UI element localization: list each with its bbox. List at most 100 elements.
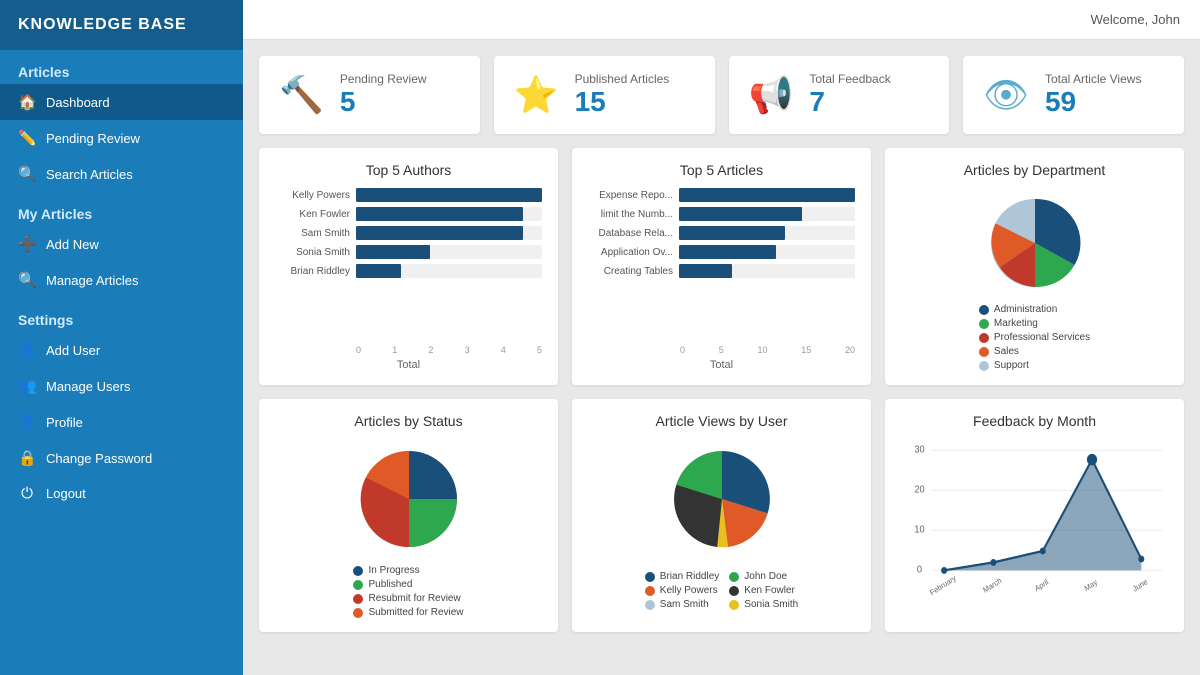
legend-dot: [729, 600, 739, 610]
svg-text:0: 0: [917, 564, 923, 576]
stat-card-views: 👁 Total Article Views 59: [963, 56, 1184, 134]
sidebar-item-add-user[interactable]: 👤 Add User: [0, 332, 243, 368]
views-stat-label: Total Article Views: [1045, 72, 1142, 86]
feedback-line-chart: 30 20 10 0 February March April May: [901, 439, 1168, 618]
charts-row-2: Articles by Status In Progress Published…: [259, 399, 1184, 632]
sidebar-item-manage-users[interactable]: 👥 Manage Users: [0, 368, 243, 404]
bar-container: [356, 207, 542, 221]
stat-cards-row: 🔨 Pending Review 5 ⭐ Published Articles …: [259, 56, 1184, 134]
feedback-by-month-chart: Feedback by Month 30 20 10 0: [885, 399, 1184, 632]
legend-label: Marketing: [994, 318, 1038, 329]
welcome-message: Welcome, John: [1091, 12, 1180, 27]
manage-users-icon: 👥: [18, 377, 36, 395]
add-user-icon: 👤: [18, 341, 36, 359]
articles-axis: 05101520: [588, 345, 855, 355]
bar-label: Sonia Smith: [275, 247, 350, 258]
legend-label: Kelly Powers: [660, 585, 718, 596]
dept-pie-svg: [980, 188, 1090, 298]
views-by-user-chart: Article Views by User Brian Riddley Kell…: [572, 399, 871, 632]
profile-icon: 👤: [18, 413, 36, 431]
bar-container: [679, 207, 855, 221]
legend-dot: [979, 347, 989, 357]
legend-dot: [979, 361, 989, 371]
top5-authors-chart: Top 5 Authors Kelly Powers Ken Fowler Sa…: [259, 148, 558, 385]
sidebar-item-manage-articles[interactable]: 🔍 Manage Articles: [0, 262, 243, 298]
bar-label: Application Ov...: [588, 247, 673, 258]
sidebar-item-label: Profile: [46, 415, 83, 430]
sidebar-item-label: Change Password: [46, 451, 152, 466]
top5-articles-chart: Top 5 Articles Expense Repo... limit the…: [572, 148, 871, 385]
legend-dot: [353, 594, 363, 604]
legend-label: In Progress: [368, 565, 419, 576]
legend-item: Submitted for Review: [353, 607, 463, 618]
bar-label: Ken Fowler: [275, 209, 350, 220]
legend-item: Ken Fowler: [729, 585, 798, 596]
sidebar-item-label: Dashboard: [46, 95, 110, 110]
bar-row: Database Rela...: [588, 226, 855, 240]
sidebar-item-pending-review[interactable]: ✏️ Pending Review: [0, 120, 243, 156]
stat-card-feedback: 📢 Total Feedback 7: [729, 56, 950, 134]
legend-dot: [645, 600, 655, 610]
lock-icon: 🔒: [18, 449, 36, 467]
bar-fill: [679, 207, 802, 221]
legend-dot: [645, 572, 655, 582]
legend-label: Sales: [994, 346, 1019, 357]
top5-authors-title: Top 5 Authors: [275, 162, 542, 178]
legend-label: Submitted for Review: [368, 607, 463, 618]
svg-text:April: April: [1033, 577, 1050, 593]
sidebar-item-label: Add User: [46, 343, 100, 358]
bar-container: [356, 226, 542, 240]
svg-text:10: 10: [914, 524, 925, 536]
legend-dot: [979, 319, 989, 329]
bar-container: [679, 188, 855, 202]
svg-text:June: June: [1131, 577, 1149, 594]
bar-fill: [679, 264, 732, 278]
bar-label: Sam Smith: [275, 228, 350, 239]
feedback-line-svg: 30 20 10 0 February March April May: [901, 439, 1168, 599]
legend-item: In Progress: [353, 565, 463, 576]
user-pie-container: Brian Riddley Kelly Powers Sam Smith Joh…: [588, 439, 855, 618]
sidebar-item-add-new[interactable]: ➕ Add New: [0, 226, 243, 262]
user-legend: Brian Riddley Kelly Powers Sam Smith Joh…: [645, 565, 798, 610]
legend-label: Ken Fowler: [744, 585, 795, 596]
sidebar-item-dashboard[interactable]: 🏠 Dashboard: [0, 84, 243, 120]
authors-bar-chart: Kelly Powers Ken Fowler Sam Smith Sonia …: [275, 188, 542, 343]
legend-label: Sonia Smith: [744, 599, 798, 610]
bar-row: Creating Tables: [588, 264, 855, 278]
bar-row: Brian Riddley: [275, 264, 542, 278]
articles-by-dept-chart: Articles by Department Administration Ma…: [885, 148, 1184, 385]
views-stat-icon: 👁: [983, 74, 1029, 116]
published-stat-icon: ⭐: [514, 74, 559, 116]
feedback-stat-icon: 📢: [749, 74, 794, 116]
sidebar-item-change-password[interactable]: 🔒 Change Password: [0, 440, 243, 476]
pending-review-icon: ✏️: [18, 129, 36, 147]
bar-label: Kelly Powers: [275, 190, 350, 201]
legend-label: John Doe: [744, 571, 787, 582]
dashboard-content: 🔨 Pending Review 5 ⭐ Published Articles …: [243, 40, 1200, 675]
svg-text:20: 20: [914, 484, 925, 496]
legend-item: Resubmit for Review: [353, 593, 463, 604]
legend-item: Sonia Smith: [729, 599, 798, 610]
legend-dot: [353, 608, 363, 618]
feedback-stat-label: Total Feedback: [809, 72, 890, 86]
bar-row: limit the Numb...: [588, 207, 855, 221]
stat-card-pending: 🔨 Pending Review 5: [259, 56, 480, 134]
pending-stat-label: Pending Review: [340, 72, 427, 86]
bar-label: Brian Riddley: [275, 266, 350, 277]
bar-container: [356, 245, 542, 259]
sidebar-item-logout[interactable]: ⏻ Logout: [0, 476, 243, 511]
svg-text:March: March: [981, 576, 1003, 595]
stat-card-published: ⭐ Published Articles 15: [494, 56, 715, 134]
sidebar-item-label: Manage Users: [46, 379, 131, 394]
dashboard-icon: 🏠: [18, 93, 36, 111]
legend-item: Support: [979, 360, 1090, 371]
bar-row: Expense Repo...: [588, 188, 855, 202]
app-title: KNOWLEDGE BASE: [0, 0, 243, 50]
status-pie-container: In Progress Published Resubmit for Revie…: [275, 439, 542, 618]
articles-by-status-title: Articles by Status: [275, 413, 542, 429]
bar-label: Expense Repo...: [588, 190, 673, 201]
bar-fill: [356, 264, 401, 278]
sidebar-item-search-articles[interactable]: 🔍 Search Articles: [0, 156, 243, 192]
add-icon: ➕: [18, 235, 36, 253]
sidebar-item-profile[interactable]: 👤 Profile: [0, 404, 243, 440]
